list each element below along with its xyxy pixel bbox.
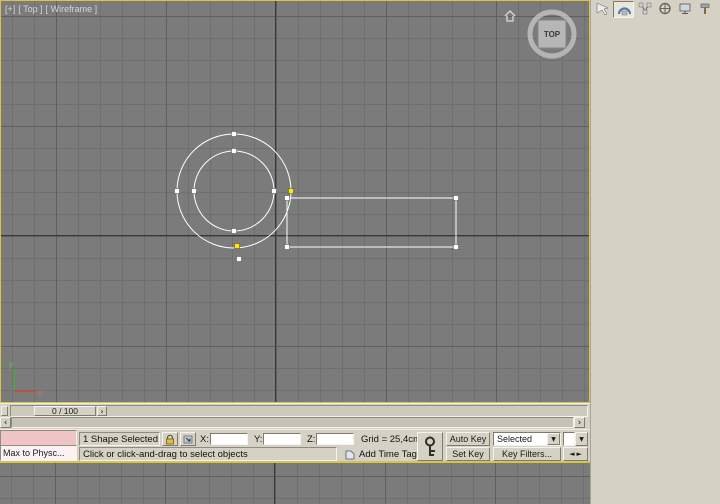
viewport-general-menu[interactable]: [+]	[5, 4, 15, 14]
vertex-handle[interactable]	[231, 148, 237, 154]
track-bar-row: ‹ ›	[0, 417, 590, 429]
coord-x-label: X:	[200, 433, 209, 445]
inner-circle-spline[interactable]	[193, 150, 275, 232]
viewport-top[interactable]: [+] [ Top ] [ Wireframe ] TOP x y	[0, 0, 590, 403]
set-keys-button[interactable]	[417, 432, 443, 461]
time-display-box	[563, 432, 575, 446]
coord-x-input[interactable]	[210, 433, 248, 445]
viewcube-top-face[interactable]: TOP	[538, 20, 566, 48]
auto-key-button[interactable]: Auto Key	[446, 432, 490, 446]
maxscript-macro-pane[interactable]	[0, 430, 77, 446]
vertex-handle[interactable]	[453, 195, 459, 201]
vertex-handle-selected[interactable]	[234, 243, 240, 249]
vertex-handles[interactable]	[174, 131, 459, 262]
coord-y-label: Y:	[254, 433, 263, 445]
create-tab[interactable]	[593, 1, 612, 16]
viewcube-home-icon[interactable]	[503, 9, 517, 23]
set-key-button[interactable]: Set Key	[446, 447, 490, 461]
vertex-handle-selected[interactable]	[288, 188, 294, 194]
create-icon	[596, 2, 609, 15]
time-slider-grip[interactable]	[1, 406, 8, 416]
key-filters-button[interactable]: Key Filters...	[493, 447, 561, 461]
vertex-handle[interactable]	[231, 131, 237, 137]
vertex-handle[interactable]	[453, 244, 459, 250]
time-tag-icon[interactable]	[344, 449, 356, 461]
utilities-icon	[700, 3, 709, 14]
vertex-handle[interactable]	[271, 188, 277, 194]
hierarchy-icon	[638, 2, 651, 15]
spline-shape[interactable]	[1, 1, 589, 402]
key-icon	[425, 436, 435, 456]
selection-filter-value: Selected	[497, 434, 533, 444]
vertex-handle[interactable]	[191, 188, 197, 194]
grid-setting-label: Grid = 25,4cm	[361, 433, 421, 445]
trackbar-right-arrow[interactable]: ›	[574, 417, 585, 428]
vertex-handle[interactable]	[284, 195, 290, 201]
viewport-grid	[0, 463, 590, 504]
vertex-handle[interactable]	[174, 188, 180, 194]
axis-x-label: x	[38, 388, 42, 397]
modify-tab[interactable]	[613, 1, 634, 18]
motion-tab[interactable]	[655, 1, 674, 16]
utilities-tab[interactable]	[695, 1, 714, 16]
coord-z-input[interactable]	[316, 433, 354, 445]
hierarchy-tab[interactable]	[635, 1, 654, 16]
modify-icon	[617, 7, 631, 16]
coord-z-label: Z:	[307, 433, 316, 445]
selection-status: 1 Shape Selected	[79, 432, 160, 446]
vertex-handle[interactable]	[236, 256, 242, 262]
time-slider[interactable]: 0 / 100	[34, 406, 96, 416]
coord-y-input[interactable]	[263, 433, 301, 445]
axis-tripod: x y	[9, 360, 42, 397]
offset-mode-icon	[183, 435, 193, 443]
application-window: [+] [ Top ] [ Wireframe ] TOP x y 0 / 10	[0, 0, 720, 504]
motion-icon	[658, 2, 671, 15]
vertex-handle[interactable]	[284, 244, 290, 250]
selection-filter-dropdown[interactable]: Selected ▼	[493, 432, 561, 446]
display-icon	[679, 3, 690, 14]
prompt-line: Click or click-and-drag to select object…	[79, 447, 337, 461]
selection-lock-button[interactable]	[162, 432, 178, 446]
add-time-tag[interactable]: Add Time Tag	[359, 447, 417, 461]
rectangle-spline[interactable]	[286, 197, 457, 248]
command-panel-tabs	[593, 1, 714, 18]
lock-icon	[166, 434, 174, 444]
time-config-arrow[interactable]: ▼	[575, 432, 588, 446]
step-forward-icon[interactable]: ►	[577, 450, 582, 458]
grid-origin-y-axis	[274, 463, 275, 504]
next-frame-button[interactable]: ›	[97, 406, 107, 416]
command-panel: ▼ Affect RegionAttribute HolderBendBevel…	[590, 0, 720, 504]
viewcube[interactable]: TOP	[503, 5, 587, 63]
viewport-shading-menu[interactable]: [ Wireframe ]	[46, 4, 98, 14]
viewport-bottom-strip[interactable]	[0, 461, 590, 504]
status-bar: Max to Physc... 1 Shape Selected X: Y: Z…	[0, 429, 590, 461]
vertex-handle[interactable]	[231, 228, 237, 234]
display-tab[interactable]	[675, 1, 694, 16]
frame-step-buttons[interactable]: ◄ ►	[563, 447, 588, 461]
time-slider-row: 0 / 100 ›	[0, 403, 590, 417]
viewport-label: [+] [ Top ] [ Wireframe ]	[5, 4, 97, 14]
step-back-icon[interactable]: ◄	[569, 450, 574, 458]
axis-y-label: y	[9, 360, 13, 369]
trackbar-track[interactable]	[11, 417, 574, 428]
selection-filter-arrow[interactable]: ▼	[547, 433, 560, 445]
trackbar-left-arrow[interactable]: ‹	[0, 417, 11, 428]
maxscript-listener-pane[interactable]: Max to Physc...	[0, 445, 77, 461]
absolute-offset-toggle[interactable]	[180, 432, 196, 446]
viewport-pov-menu[interactable]: [ Top ]	[18, 4, 42, 14]
